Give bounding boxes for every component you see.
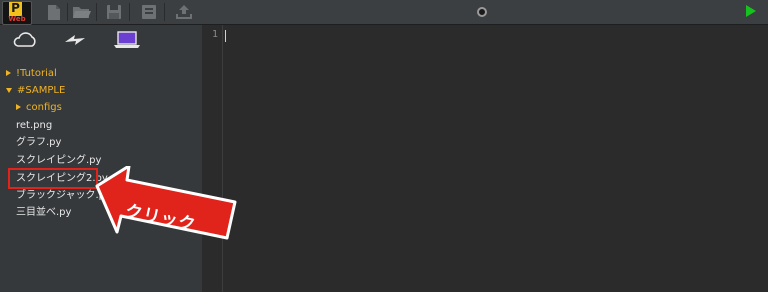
cloud-icon xyxy=(13,32,36,47)
tree-item-label: ret.png xyxy=(16,120,53,131)
tree-item-label: 三目並べ.py xyxy=(16,207,72,218)
tree-file-tictactoe-py[interactable]: 三目並べ.py xyxy=(16,205,71,221)
logo-word: Web xyxy=(8,15,26,23)
run-icon[interactable] xyxy=(746,5,756,17)
tab-laptop[interactable] xyxy=(112,28,142,52)
code-editor[interactable] xyxy=(223,25,768,292)
tree-folder-tutorial[interactable]: !Tutorial xyxy=(6,66,57,82)
tree-item-label: configs xyxy=(26,102,62,113)
save-as-button[interactable] xyxy=(139,3,159,21)
tree-file-scraping-py[interactable]: スクレイピング.py xyxy=(16,153,101,169)
save-as-icon xyxy=(142,5,156,19)
line-number: 1 xyxy=(211,29,218,40)
upload-button[interactable] xyxy=(174,3,194,21)
laptop-icon xyxy=(114,31,140,48)
toolbar-divider xyxy=(96,3,97,21)
open-folder-button[interactable] xyxy=(72,3,92,21)
new-file-icon xyxy=(48,4,60,20)
toolbar-divider xyxy=(129,3,130,21)
toolbar-divider xyxy=(67,3,68,21)
highlight-box xyxy=(8,168,98,189)
tree-item-label: グラフ.py xyxy=(16,137,62,148)
status-dot-icon xyxy=(477,7,487,17)
chevron-right-icon xyxy=(16,104,21,110)
save-button[interactable] xyxy=(104,3,124,21)
tree-folder-sample[interactable]: #SAMPLE xyxy=(6,83,65,99)
save-icon xyxy=(107,5,121,19)
toolbar-divider xyxy=(164,3,165,21)
file-sidebar: !Tutorial #SAMPLE configs ret.png グラフ.py… xyxy=(0,25,202,292)
sidebar-tabs xyxy=(0,25,202,59)
tree-item-label: !Tutorial xyxy=(16,68,57,79)
tree-item-label: スクレイピング.py xyxy=(16,155,102,166)
tree-item-label: #SAMPLE xyxy=(17,85,66,96)
text-caret xyxy=(225,30,226,42)
tab-cloud[interactable] xyxy=(10,28,40,52)
app-logo: P Web xyxy=(2,1,32,25)
chevron-down-icon xyxy=(6,87,12,93)
upload-icon xyxy=(176,5,192,19)
tree-file-ret-png[interactable]: ret.png xyxy=(16,118,52,134)
line-number-gutter: 1 xyxy=(202,25,223,292)
top-toolbar: P Web xyxy=(0,0,768,25)
flash-icon xyxy=(65,35,85,45)
tab-flash[interactable] xyxy=(60,28,90,52)
open-folder-icon xyxy=(73,7,91,18)
chevron-right-icon xyxy=(6,70,11,76)
new-file-button[interactable] xyxy=(44,3,64,21)
tree-folder-configs[interactable]: configs xyxy=(16,100,62,116)
tree-file-graph-py[interactable]: グラフ.py xyxy=(16,135,61,151)
